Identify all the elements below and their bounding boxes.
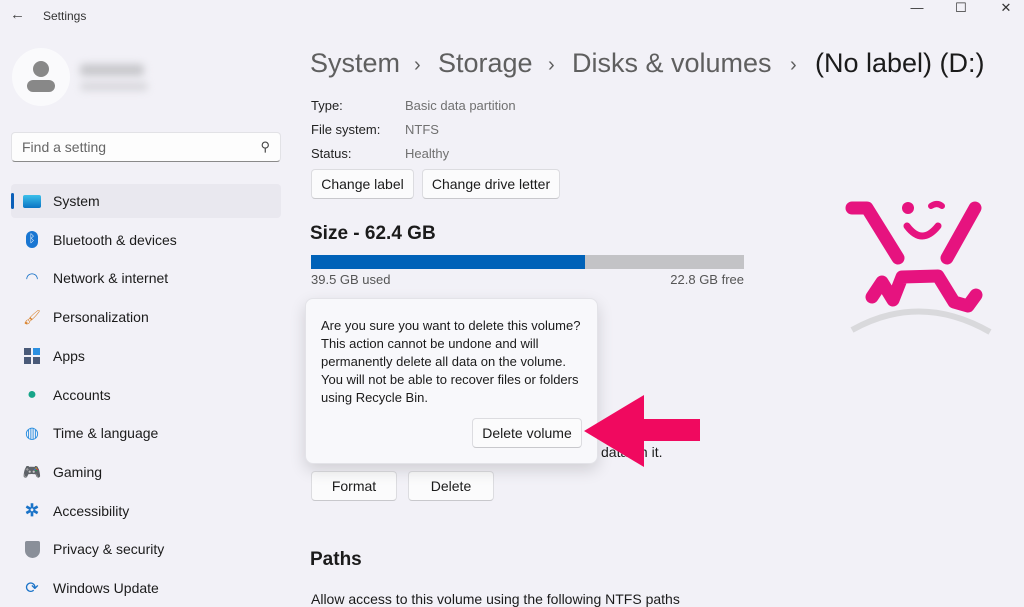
gamepad-icon: 🎮 — [22, 463, 42, 481]
delete-confirmation-flyout: Are you sure you want to delete this vol… — [305, 298, 598, 464]
search-input[interactable]: Find a setting ⚲ — [11, 132, 281, 162]
sidebar-item-accessibility[interactable]: ✲ Accessibility — [11, 494, 281, 528]
used-text: 39.5 GB used — [311, 272, 391, 287]
avatar[interactable] — [12, 48, 70, 106]
minimize-button[interactable]: — — [902, 0, 932, 15]
account-icon: ● — [27, 385, 37, 403]
sidebar-item-gaming[interactable]: 🎮 Gaming — [11, 455, 281, 489]
sidebar-item-label: Windows Update — [53, 580, 159, 596]
chevron-right-icon: › — [414, 54, 421, 76]
type-label: Type: — [311, 98, 343, 113]
type-value: Basic data partition — [405, 98, 516, 113]
sidebar-item-time-language[interactable]: ◍ Time & language — [11, 416, 281, 450]
system-icon — [22, 192, 42, 210]
back-button[interactable]: ← — [10, 6, 25, 23]
paths-heading: Paths — [310, 549, 362, 570]
status-label: Status: — [311, 146, 352, 161]
filesystem-value: NTFS — [405, 122, 439, 137]
sidebar-item-windows-update[interactable]: ⟳ Windows Update — [11, 571, 281, 605]
breadcrumb-storage[interactable]: Storage — [438, 48, 533, 79]
status-value: Healthy — [405, 146, 450, 161]
sidebar-item-label: Accessibility — [53, 502, 130, 519]
paths-description: Allow access to this volume using the fo… — [311, 591, 680, 607]
chevron-right-icon: › — [790, 54, 797, 76]
sidebar-item-label: Privacy & security — [53, 541, 165, 558]
update-icon: ⟳ — [25, 580, 39, 597]
storage-used-fill — [311, 255, 586, 269]
page-title: (No label) (D:) — [815, 48, 985, 78]
wifi-icon: ◠ — [25, 270, 39, 288]
maximize-button[interactable]: ☐ — [946, 0, 976, 16]
search-placeholder: Find a setting — [22, 139, 107, 155]
breadcrumb-system[interactable]: System — [310, 48, 400, 79]
chevron-right-icon: › — [548, 54, 555, 76]
sidebar-item-apps[interactable]: Apps — [11, 339, 281, 373]
filesystem-label: File system: — [311, 122, 381, 137]
delete-button[interactable]: Delete — [408, 471, 494, 501]
apps-icon — [22, 347, 42, 365]
sidebar-item-bluetooth-devices[interactable]: ᛒ Bluetooth & devices — [11, 223, 281, 257]
sidebar-item-personalization[interactable]: 🖌 Personalization — [11, 300, 281, 334]
sidebar-item-label: System — [53, 193, 100, 209]
sidebar-item-label: Personalization — [53, 309, 149, 326]
flyout-message: Are you sure you want to delete this vol… — [321, 318, 581, 405]
change-drive-letter-button[interactable]: Change drive letter — [422, 169, 560, 199]
logo-icon — [845, 201, 992, 335]
sidebar-item-system[interactable]: System — [11, 184, 281, 218]
arrow-annotation-icon — [584, 395, 700, 467]
free-text: 22.8 GB free — [670, 272, 744, 287]
globe-clock-icon: ◍ — [25, 425, 39, 443]
accessibility-icon: ✲ — [24, 500, 40, 520]
delete-volume-button[interactable]: Delete volume — [472, 418, 582, 448]
window-title: Settings — [43, 9, 87, 23]
bluetooth-icon: ᛒ — [22, 231, 42, 249]
format-button[interactable]: Format — [311, 471, 397, 501]
sidebar-item-accounts[interactable]: ● Accounts — [11, 378, 281, 412]
user-icon — [27, 61, 55, 92]
sidebar-item-label: Gaming — [53, 463, 103, 480]
breadcrumb-disks[interactable]: Disks & volumes — [572, 48, 772, 79]
size-heading: Size - 62.4 GB — [310, 223, 436, 244]
search-icon: ⚲ — [260, 139, 270, 154]
sidebar-item-label: Time & language — [53, 425, 159, 442]
sidebar-item-label: Apps — [53, 347, 85, 364]
close-button[interactable]: ✕ — [991, 0, 1021, 16]
user-email-blurred — [80, 82, 148, 91]
user-name-blurred — [80, 64, 144, 76]
storage-usage-bar — [311, 255, 744, 269]
change-label-button[interactable]: Change label — [311, 169, 414, 199]
sidebar-item-network-internet[interactable]: ◠ Network & internet — [11, 261, 281, 295]
sidebar-item-privacy-security[interactable]: Privacy & security — [11, 532, 281, 566]
sidebar-item-label: Network & internet — [53, 270, 169, 287]
shield-icon — [22, 540, 42, 558]
sidebar-item-label: Bluetooth & devices — [53, 231, 177, 248]
brush-icon: 🖌 — [23, 308, 41, 325]
sidebar-item-label: Accounts — [53, 386, 111, 403]
